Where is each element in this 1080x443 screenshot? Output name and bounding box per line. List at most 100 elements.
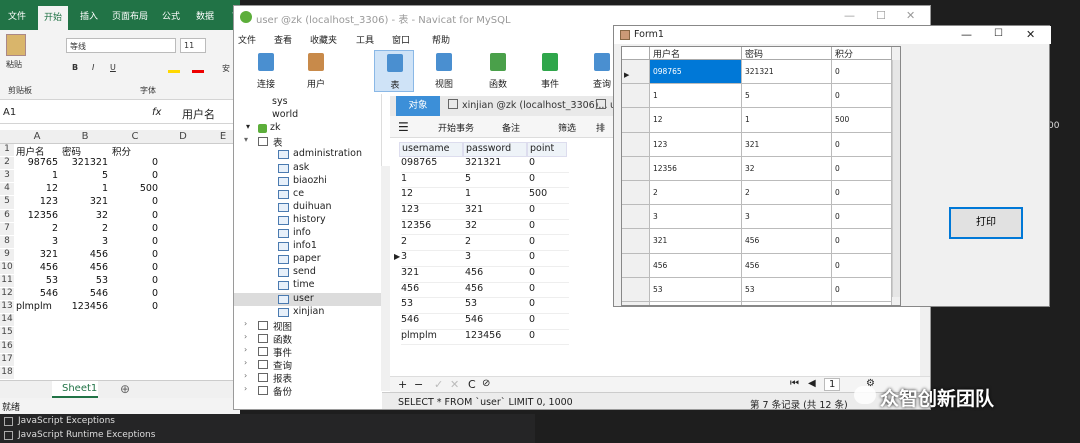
cell[interactable]: 456 <box>16 262 58 274</box>
cell[interactable]: 0 <box>112 288 158 300</box>
dgv-cell[interactable]: 12 <box>650 108 742 133</box>
grid-cell[interactable]: 321 <box>401 267 465 283</box>
chevron-right-icon[interactable]: › <box>244 358 247 367</box>
dgv-cell[interactable]: 456 <box>742 253 832 278</box>
add-sheet-icon[interactable]: ⊕ <box>120 382 130 396</box>
excel-tab[interactable]: 开始 <box>38 6 69 30</box>
excel-tab[interactable]: 文件 <box>8 9 26 22</box>
chevron-right-icon[interactable]: › <box>244 384 247 393</box>
tree-item-paper[interactable]: paper <box>234 253 382 266</box>
dgv-column-header[interactable]: 积分 <box>832 47 892 60</box>
cell[interactable]: 1 <box>16 170 58 182</box>
row-header[interactable]: 14 <box>0 314 14 327</box>
grid-header[interactable]: username <box>399 142 463 157</box>
column-header[interactable]: D <box>160 131 206 142</box>
tree-item-ask[interactable]: ask <box>234 162 382 175</box>
formula-input[interactable]: 用户名 <box>182 106 215 122</box>
dgv-cell[interactable]: 0 <box>832 277 892 302</box>
dgv-cell[interactable]: 2 <box>650 181 742 206</box>
toolbar-view[interactable]: 视图 <box>424 50 464 92</box>
paste-icon[interactable] <box>6 34 26 56</box>
stop-icon[interactable]: ⊘ <box>482 378 490 389</box>
prev-page-icon[interactable]: ◀ <box>808 378 816 389</box>
cell[interactable]: 5 <box>62 170 108 182</box>
row-header[interactable]: 17 <box>0 353 14 366</box>
grid-cell[interactable]: 321321 <box>465 157 529 173</box>
cell[interactable]: 546 <box>16 288 58 300</box>
toolbar-user[interactable]: 用户 <box>296 50 336 92</box>
cell[interactable]: 53 <box>62 275 108 287</box>
apply-icon[interactable]: ✓ <box>434 378 443 391</box>
add-record-icon[interactable]: + <box>398 378 407 391</box>
menu-item[interactable]: 文件 <box>238 33 256 46</box>
dgv-cell[interactable]: 0 <box>832 205 892 230</box>
dgv-row-header[interactable] <box>622 229 650 254</box>
chevron-right-icon[interactable]: › <box>244 371 247 380</box>
tree-item-sys[interactable]: sys <box>234 96 382 109</box>
cell[interactable]: 3 <box>16 236 58 248</box>
grid-cell[interactable]: 546 <box>465 314 529 330</box>
tree-item-history[interactable]: history <box>234 214 382 227</box>
row-header[interactable]: 16 <box>0 340 14 353</box>
refresh-icon[interactable]: C <box>468 378 476 391</box>
tree-item-事件[interactable]: › 事件 <box>234 345 382 359</box>
minimize-icon[interactable]: — <box>961 28 972 41</box>
toolbar-table[interactable]: 表 <box>374 50 414 92</box>
checkbox[interactable] <box>4 417 13 426</box>
row-header[interactable]: 4 <box>0 183 14 196</box>
grid-cell[interactable]: 0 <box>529 298 569 314</box>
grid-cell[interactable]: 3 <box>465 251 529 267</box>
cell[interactable]: 456 <box>62 262 108 274</box>
dgv-row-header[interactable] <box>622 132 650 157</box>
grid-cell[interactable]: 0 <box>529 330 569 346</box>
tree-item-biaozhi[interactable]: biaozhi <box>234 175 382 188</box>
row-header[interactable]: 7 <box>0 222 14 235</box>
cell[interactable]: 积分 <box>112 144 158 158</box>
cell[interactable]: 0 <box>112 275 158 287</box>
cell[interactable]: 98765 <box>16 157 58 169</box>
grid-cell[interactable]: 53 <box>401 298 465 314</box>
font-size-select[interactable]: 11 <box>180 38 206 53</box>
dgv-cell[interactable]: 3 <box>742 205 832 230</box>
dgv-cell[interactable]: 53 <box>742 277 832 302</box>
dgv-cell[interactable]: 123 <box>650 132 742 157</box>
dgv-cell[interactable]: 1 <box>650 84 742 109</box>
grid-cell[interactable]: 0 <box>529 204 569 220</box>
row-header[interactable]: 5 <box>0 196 14 209</box>
dgv-cell[interactable]: 321 <box>742 132 832 157</box>
row-header[interactable]: 10 <box>0 261 14 275</box>
grid-cell[interactable]: 2 <box>465 236 529 252</box>
dgv-row-header[interactable] <box>622 302 650 305</box>
dgv-cell[interactable]: 098765 <box>650 60 742 85</box>
row-header[interactable]: 18 <box>0 366 14 379</box>
tree-item-user[interactable]: user <box>234 292 382 306</box>
row-header[interactable]: 3 <box>0 170 14 183</box>
checkbox[interactable] <box>4 431 13 440</box>
dgv-cell[interactable]: 456 <box>650 253 742 278</box>
menu-item[interactable]: 帮助 <box>432 33 450 46</box>
row-header[interactable]: 11 <box>0 275 14 288</box>
row-header[interactable]: 9 <box>0 248 14 261</box>
grid-cell[interactable]: 0 <box>529 236 569 252</box>
chevron-right-icon[interactable]: ▾ <box>244 135 248 144</box>
tree-item-xinjian[interactable]: xinjian <box>234 306 382 319</box>
dgv-cell[interactable]: 3 <box>650 205 742 230</box>
chevron-down-icon[interactable]: ▾ <box>246 122 250 131</box>
dgv-cell[interactable]: 0 <box>832 181 892 206</box>
grid-cell[interactable]: 123 <box>401 204 465 220</box>
row-header[interactable]: 1 <box>0 144 14 157</box>
cell[interactable]: plmplm <box>16 301 58 313</box>
row-header[interactable]: 12 <box>0 288 14 301</box>
dgv-cell[interactable]: 0 <box>832 302 892 305</box>
sort-button[interactable]: 排 <box>596 121 605 134</box>
tree-item-备份[interactable]: › 备份 <box>234 384 382 398</box>
cell[interactable]: 1 <box>62 183 108 195</box>
cell[interactable]: 2 <box>16 223 58 235</box>
close-icon[interactable]: ✕ <box>1026 28 1035 41</box>
filter-button[interactable]: 筛选 <box>558 121 576 134</box>
chevron-right-icon[interactable]: › <box>244 345 247 354</box>
menu-item[interactable]: 工具 <box>356 33 374 46</box>
dgv-row-header[interactable] <box>622 205 650 230</box>
cell[interactable]: 0 <box>112 170 158 182</box>
cell[interactable]: 12356 <box>16 210 58 222</box>
